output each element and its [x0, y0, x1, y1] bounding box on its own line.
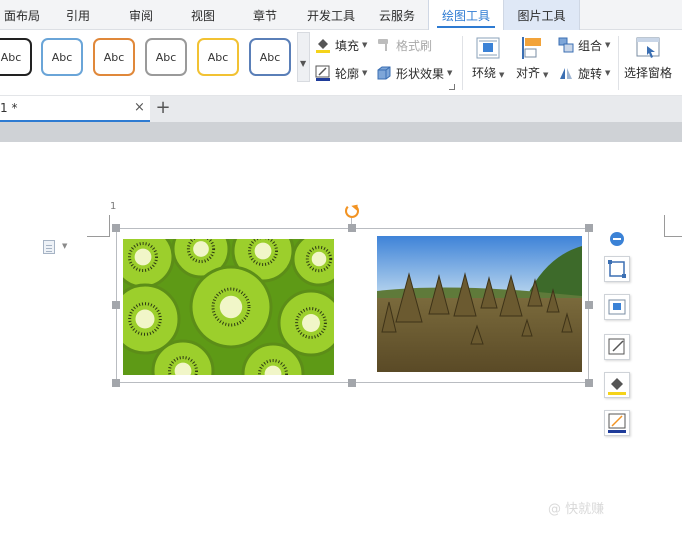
shape-effects-icon [376, 65, 392, 81]
chevron-down-icon: ▼ [605, 69, 611, 77]
style-gallery-more-button[interactable]: ▼ [297, 32, 310, 82]
chevron-down-icon: ▼ [605, 41, 611, 49]
wps-writer-window: 面布局 引用 审阅 视图 章节 开发工具 云服务 绘图工具 图片工具 Abc A… [0, 0, 682, 553]
outline-button[interactable]: 轮廓 ▼ [315, 62, 367, 84]
shape-effects-button[interactable]: 形状效果 ▼ [376, 62, 452, 84]
resize-handle-bottom-left[interactable] [112, 379, 120, 387]
tab-picture-tools[interactable]: 图片工具 [504, 0, 580, 30]
group-icon [558, 37, 574, 53]
shape-style-5[interactable]: Abc [197, 38, 239, 76]
fill-float-button[interactable] [604, 372, 630, 398]
chevron-down-icon: ▼ [447, 69, 453, 77]
rotate-handle-icon[interactable] [345, 204, 359, 218]
document-tab-strip: 1 * × + [0, 96, 682, 122]
fill-button[interactable]: 填充 ▼ [315, 34, 367, 56]
rotate-button[interactable]: 旋转 ▼ [558, 62, 610, 84]
wrap-button[interactable]: 环绕 ▼ [472, 36, 504, 92]
align-button[interactable]: 对齐 ▼ [516, 36, 548, 92]
tab-view[interactable]: 视图 [181, 0, 225, 30]
tab-review[interactable]: 审阅 [119, 0, 163, 30]
resize-handle-bottom[interactable] [348, 379, 356, 387]
resize-handle-top[interactable] [348, 224, 356, 232]
outline-float-button[interactable] [604, 410, 630, 436]
resize-handle-bottom-right[interactable] [585, 379, 593, 387]
page-corner-mark [87, 215, 110, 237]
menu-bar: 面布局 引用 审阅 视图 章节 开发工具 云服务 绘图工具 图片工具 [0, 0, 682, 31]
rotate-label: 旋转 [578, 66, 603, 81]
shape-style-1[interactable]: Abc [0, 38, 32, 76]
group-button[interactable]: 组合 ▼ [558, 34, 610, 56]
chevron-down-icon: ▼ [362, 69, 368, 77]
tab-drawing-tools[interactable]: 绘图工具 [428, 0, 504, 31]
fill-label: 填充 [335, 38, 360, 53]
document-tab[interactable]: 1 * × [0, 96, 150, 122]
fill-bucket-icon [315, 37, 331, 53]
shape-style-2[interactable]: Abc [41, 38, 83, 76]
ribbon-separator [462, 36, 463, 90]
floating-toolbar [602, 226, 632, 446]
kiwi-image[interactable] [123, 239, 334, 375]
outline-icon [608, 413, 626, 433]
chevron-down-icon[interactable]: ▼ [62, 242, 67, 250]
align-icon [519, 36, 545, 60]
document-icon[interactable] [43, 240, 55, 254]
tab-page-layout[interactable]: 面布局 [0, 0, 44, 30]
ruler-area [0, 122, 682, 142]
tab-cloud-service[interactable]: 云服务 [372, 0, 422, 30]
watermark: @ 快就赚 [548, 502, 605, 517]
page-corner-mark [664, 215, 682, 237]
wrap-label: 环绕 ▼ [472, 66, 505, 80]
rotate-icon [558, 65, 574, 81]
shape-style-6[interactable]: Abc [249, 38, 291, 76]
close-icon[interactable]: × [134, 96, 145, 120]
group-label: 组合 [578, 38, 603, 53]
wrap-icon [475, 36, 501, 60]
resize-handle-right[interactable] [585, 301, 593, 309]
shape-effects-label: 形状效果 [396, 66, 445, 81]
crop-icon [608, 260, 626, 278]
field-image[interactable] [377, 236, 582, 372]
chevron-down-icon: ▼ [362, 41, 368, 49]
fill-icon [608, 378, 626, 395]
tab-section[interactable]: 章节 [243, 0, 287, 30]
layout-icon [608, 299, 626, 315]
resize-handle-left[interactable] [112, 301, 120, 309]
tab-developer[interactable]: 开发工具 [301, 0, 361, 30]
new-tab-button[interactable]: + [155, 96, 171, 120]
outline-pen-icon [315, 65, 331, 81]
layout-options-button[interactable] [604, 294, 630, 320]
shape-style-3[interactable]: Abc [93, 38, 135, 76]
dialog-launcher-icon[interactable] [449, 84, 455, 90]
shape-style-4[interactable]: Abc [145, 38, 187, 76]
format-painter-label: 格式刷 [396, 38, 433, 53]
format-painter-button[interactable]: 格式刷 [376, 34, 432, 56]
tab-references[interactable]: 引用 [56, 0, 100, 30]
selection-pane-label: 选择窗格 [624, 66, 673, 80]
selection-pane-button[interactable]: 选择窗格 [624, 36, 672, 92]
edit-shape-icon [608, 338, 625, 355]
crop-button[interactable] [604, 256, 630, 282]
ribbon: Abc Abc Abc Abc Abc Abc ▼ 填充 ▼ 格式刷 轮廓 ▼ … [0, 30, 682, 96]
resize-handle-top-right[interactable] [585, 224, 593, 232]
outline-label: 轮廓 [335, 66, 360, 81]
resize-handle-top-left[interactable] [112, 224, 120, 232]
selection-pane-icon [635, 36, 661, 60]
edit-shape-button[interactable] [604, 334, 630, 360]
collapse-icon[interactable] [610, 232, 624, 246]
ribbon-separator [618, 36, 619, 90]
document-tab-name: 1 * [0, 101, 18, 115]
format-painter-icon [376, 37, 392, 53]
page-number: 1 [110, 201, 117, 212]
align-label: 对齐 ▼ [516, 66, 549, 80]
chevron-down-icon: ▼ [300, 59, 307, 68]
